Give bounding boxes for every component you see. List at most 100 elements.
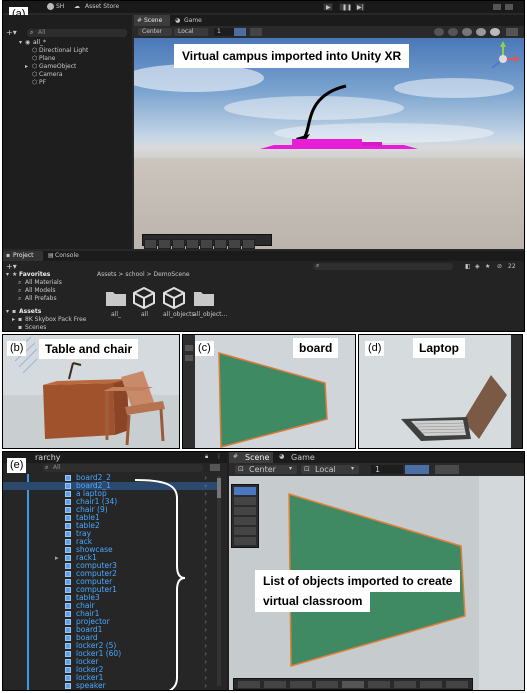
assets-title[interactable]: Assets: [19, 308, 41, 315]
hierarchy-item[interactable]: ⬡ Camera: [3, 71, 132, 79]
rotate-tool-icon[interactable]: [172, 239, 185, 249]
play-button[interactable]: ▶: [323, 3, 333, 11]
star-icon[interactable]: ★: [485, 263, 490, 270]
move-tool-icon[interactable]: [158, 239, 171, 249]
favorite-item[interactable]: All Models: [25, 287, 56, 294]
expand-icon[interactable]: ▸: [55, 554, 59, 562]
chevron-right-icon[interactable]: ›: [204, 562, 207, 570]
view-tool-icon[interactable]: [144, 239, 157, 249]
add-icon[interactable]: +▾: [6, 28, 17, 37]
space-dropdown[interactable]: ⊡ Local ▾: [301, 465, 359, 474]
chevron-right-icon[interactable]: ›: [204, 530, 207, 538]
chevron-right-icon[interactable]: ›: [204, 538, 207, 546]
tab-console[interactable]: ▤ Console: [45, 251, 85, 261]
effects-icon[interactable]: [490, 28, 500, 36]
layout-icon[interactable]: [505, 4, 513, 10]
hierarchy-search-input[interactable]: ⌕ All: [27, 29, 127, 37]
chevron-right-icon[interactable]: ›: [204, 618, 207, 626]
chevron-right-icon[interactable]: ›: [204, 626, 207, 634]
create-icon[interactable]: +▾: [6, 262, 17, 271]
rotate-tool-icon[interactable]: [234, 507, 256, 515]
scale-tool-icon[interactable]: [186, 239, 199, 249]
expand-icon[interactable]: ▾: [6, 308, 9, 315]
expand-icon[interactable]: ▾: [6, 271, 9, 278]
expand-icon[interactable]: ▸: [12, 316, 15, 323]
tab-scene[interactable]: # Scene: [134, 15, 170, 26]
scale-tool-icon[interactable]: [290, 681, 312, 688]
favorites-title[interactable]: Favorites: [19, 271, 50, 278]
chevron-right-icon[interactable]: ›: [204, 546, 207, 554]
chevron-right-icon[interactable]: ›: [204, 474, 207, 482]
chevron-right-icon[interactable]: ›: [204, 666, 207, 674]
chevron-right-icon[interactable]: ›: [204, 682, 207, 690]
rotate-tool-icon[interactable]: [264, 681, 286, 688]
hierarchy-item[interactable]: ⬡ Plane: [3, 55, 132, 63]
account-button[interactable]: SH: [56, 3, 64, 10]
pan-tool-icon[interactable]: [242, 239, 255, 249]
chevron-right-icon[interactable]: ›: [204, 594, 207, 602]
campus-model[interactable]: [254, 133, 424, 153]
transform-tool-icon[interactable]: [214, 239, 227, 249]
move-tool-icon[interactable]: [238, 681, 260, 688]
gizmo-toggle-icon[interactable]: [405, 465, 429, 474]
menu-icon[interactable]: ⋮: [216, 453, 222, 460]
gizmo-toggle-icon[interactable]: [234, 28, 246, 36]
snap-settings-icon[interactable]: [435, 465, 459, 474]
pivot-dropdown[interactable]: ⊡ Center ▾: [235, 465, 297, 474]
file-item[interactable]: all_object...: [193, 289, 227, 319]
chevron-right-icon[interactable]: ›: [204, 578, 207, 586]
shading-icon[interactable]: [462, 28, 472, 36]
file-item[interactable]: all_objects: [163, 286, 195, 319]
tab-scene[interactable]: # Scene: [229, 452, 273, 463]
chevron-right-icon[interactable]: ›: [204, 490, 207, 498]
tab-game[interactable]: ◕ Game: [275, 452, 319, 463]
hierarchy-search-input[interactable]: ⌕ All: [43, 464, 203, 472]
move-tool-icon[interactable]: [234, 497, 256, 505]
chevron-right-icon[interactable]: ›: [204, 602, 207, 610]
scrollbar[interactable]: [217, 476, 221, 686]
chevron-right-icon[interactable]: ›: [204, 570, 207, 578]
hierarchy-item[interactable]: ▸ ⬡ GameObject: [3, 63, 132, 71]
rect-tool-icon[interactable]: [234, 527, 256, 535]
camera-icon[interactable]: [448, 28, 458, 36]
favorite-item[interactable]: All Prefabs: [25, 295, 57, 302]
grid-snap-input[interactable]: 1: [371, 465, 403, 474]
view-options-icon[interactable]: [434, 28, 444, 36]
chevron-right-icon[interactable]: ›: [204, 690, 207, 691]
rect-tool-icon[interactable]: [200, 239, 213, 249]
expand-icon[interactable]: ▸: [25, 63, 28, 70]
hierarchy-item[interactable]: ⬡ Directional Light: [3, 47, 132, 55]
hierarchy-item[interactable]: ⬡ PF: [3, 79, 132, 87]
breadcrumb[interactable]: Assets > school > DemoScene: [97, 271, 190, 278]
layers-icon[interactable]: [493, 4, 501, 10]
view-tool-icon[interactable]: [234, 487, 256, 495]
transform-tool-icon[interactable]: [234, 537, 256, 545]
orientation-gizmo-icon[interactable]: [484, 40, 522, 78]
chevron-right-icon[interactable]: ›: [204, 658, 207, 666]
asset-store-button[interactable]: Asset Store: [85, 3, 119, 10]
chevron-right-icon[interactable]: ›: [204, 514, 207, 522]
hidden-count-icon[interactable]: ⊘: [497, 263, 502, 270]
camera-icon[interactable]: [420, 681, 442, 688]
chevron-right-icon[interactable]: ›: [204, 506, 207, 514]
file-item[interactable]: all_: [105, 289, 131, 319]
project-search-input[interactable]: ⌕: [313, 262, 453, 270]
scene-root[interactable]: ▾ ◉ all_*: [3, 39, 132, 47]
file-item[interactable]: all: [133, 286, 159, 319]
cloud-icon[interactable]: ☁: [74, 3, 80, 10]
chevron-right-icon[interactable]: ›: [204, 610, 207, 618]
chevron-right-icon[interactable]: ›: [204, 522, 207, 530]
filter-icon[interactable]: ◧: [465, 263, 471, 270]
pivot-dropdown[interactable]: Center: [138, 28, 172, 36]
chevron-right-icon[interactable]: ›: [204, 650, 207, 658]
effects-icon[interactable]: [394, 681, 416, 688]
account-icon[interactable]: [47, 3, 54, 10]
chevron-right-icon[interactable]: ›: [204, 482, 207, 490]
gizmos-icon[interactable]: [506, 28, 518, 36]
scale-tool-icon[interactable]: [234, 517, 256, 525]
tab-game[interactable]: ◕ Game: [172, 15, 208, 26]
label-icon[interactable]: ◈: [475, 263, 480, 270]
shading-icon[interactable]: [342, 681, 364, 688]
asset-folder[interactable]: 8K Skybox Pack Free: [25, 316, 86, 323]
hierarchy-item[interactable]: locker 5 ›: [76, 690, 207, 691]
